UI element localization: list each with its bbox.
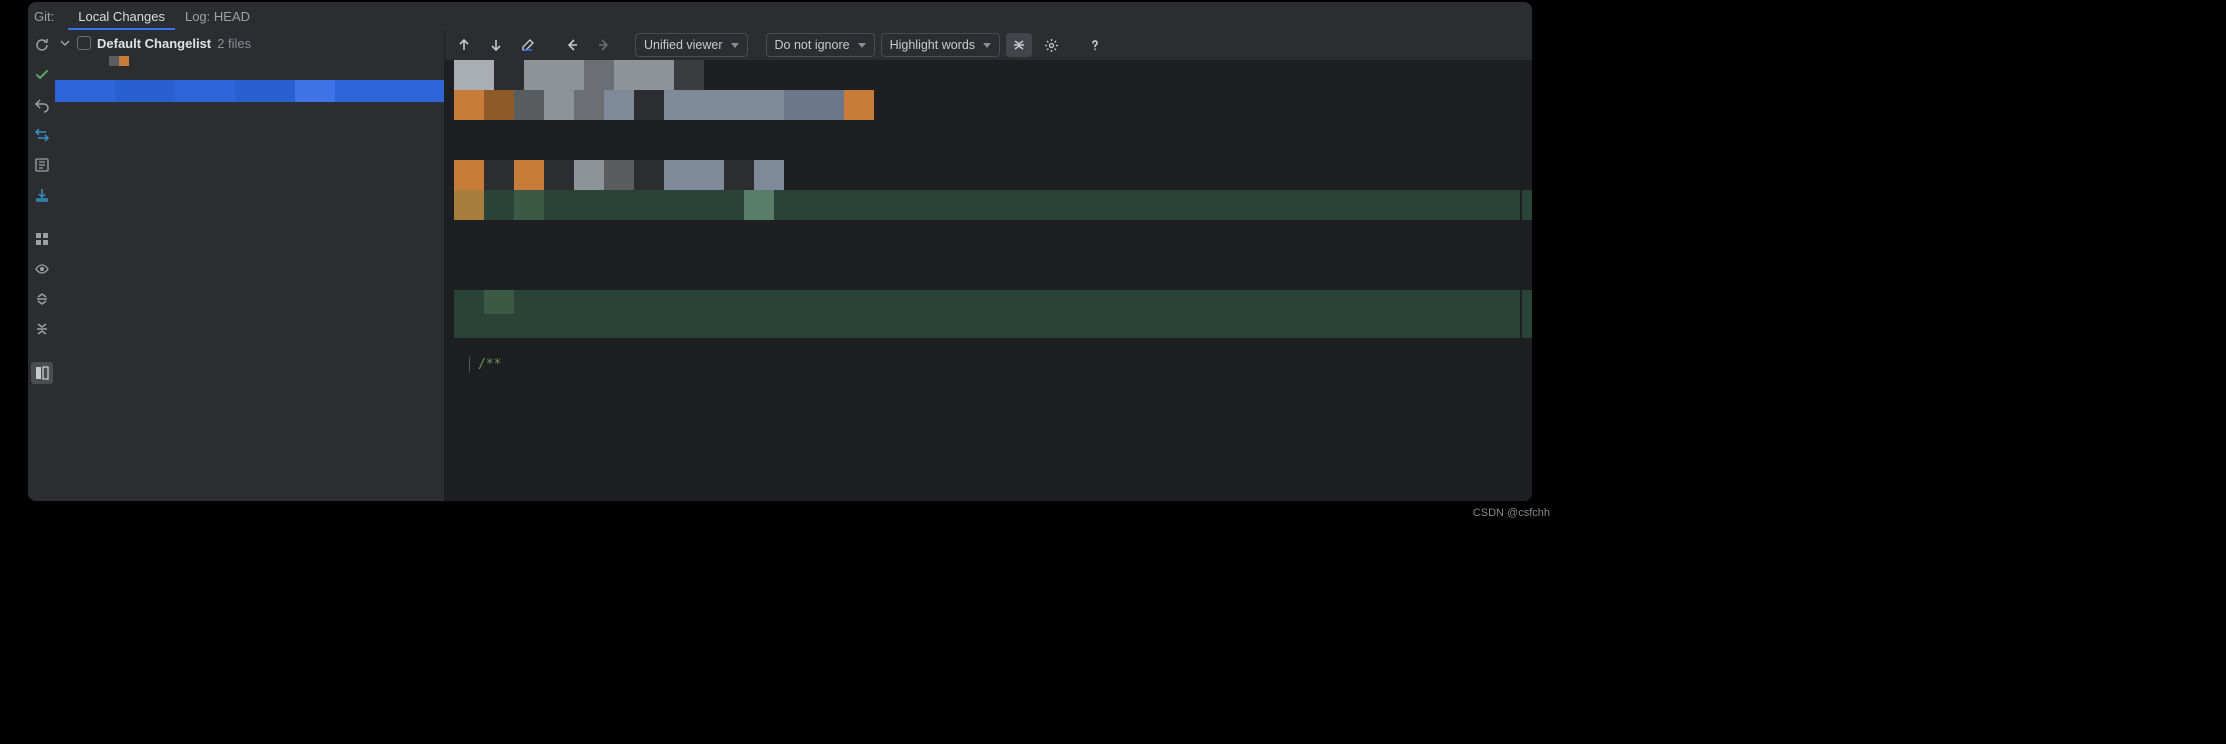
diff-line-added — [454, 314, 1520, 338]
back-icon[interactable] — [559, 33, 585, 57]
diff-line — [454, 160, 1520, 190]
diff-line-added — [454, 290, 1520, 314]
help-icon[interactable] — [1082, 33, 1108, 57]
changelist-header: Default Changelist 2 files — [55, 30, 444, 56]
tab-local-changes[interactable]: Local Changes — [68, 2, 175, 30]
code-fragment: /** — [469, 357, 501, 372]
tab-label: Local Changes — [78, 9, 165, 24]
content-row: Default Changelist 2 files — [28, 30, 1532, 501]
forward-icon — [591, 33, 617, 57]
group-by-icon[interactable] — [31, 228, 53, 250]
expand-all-icon[interactable] — [31, 288, 53, 310]
watermark: CSDN @csfchh — [1473, 507, 1550, 519]
tab-label: Log: HEAD — [185, 9, 250, 24]
shelve-icon[interactable] — [31, 184, 53, 206]
diff-line-blank — [454, 338, 1520, 358]
commit-icon[interactable] — [31, 64, 53, 86]
caret-down-icon — [731, 43, 739, 48]
changelist-checkbox[interactable] — [77, 36, 91, 50]
preview-diff-icon[interactable] — [31, 362, 53, 384]
edit-source-icon[interactable] — [515, 33, 541, 57]
rollback-icon[interactable] — [31, 94, 53, 116]
changelist-icon[interactable] — [31, 154, 53, 176]
chevron-down-icon[interactable] — [59, 37, 71, 49]
caret-down-icon — [983, 43, 991, 48]
highlight-mode-dropdown[interactable]: Highlight words — [881, 33, 1000, 57]
diff-line-code: /** — [469, 356, 1520, 376]
diff-toolbar: Unified viewer Do not ignore Highlight w… — [445, 30, 1532, 60]
caret-down-icon — [858, 43, 866, 48]
diff-line-blank — [454, 220, 1520, 290]
left-rail — [28, 30, 55, 501]
changelist-name: Default Changelist — [97, 36, 211, 51]
diff-icon[interactable] — [31, 124, 53, 146]
file-rows — [55, 56, 444, 136]
collapse-all-icon[interactable] — [31, 318, 53, 340]
changelist-count: 2 files — [217, 36, 251, 51]
show-icon[interactable] — [31, 258, 53, 280]
dropdown-label: Unified viewer — [644, 38, 723, 52]
prev-diff-icon[interactable] — [451, 33, 477, 57]
git-prefix: Git: — [34, 9, 54, 24]
tabs-bar: Git: Local Changes Log: HEAD — [28, 2, 1532, 30]
refresh-icon[interactable] — [31, 34, 53, 56]
scroll-marker — [1522, 290, 1532, 338]
viewer-mode-dropdown[interactable]: Unified viewer — [635, 33, 748, 57]
next-diff-icon[interactable] — [483, 33, 509, 57]
settings-icon[interactable] — [1038, 33, 1064, 57]
scroll-marker — [1522, 190, 1532, 220]
diff-line-added — [454, 190, 1520, 220]
git-panel: Git: Local Changes Log: HEAD — [28, 2, 1532, 501]
dropdown-label: Do not ignore — [775, 38, 850, 52]
changes-column: Default Changelist 2 files — [55, 30, 445, 501]
ignore-mode-dropdown[interactable]: Do not ignore — [766, 33, 875, 57]
diff-line — [454, 60, 1520, 90]
diff-column: Unified viewer Do not ignore Highlight w… — [445, 30, 1532, 501]
file-row[interactable] — [91, 56, 444, 66]
tab-log-head[interactable]: Log: HEAD — [175, 2, 260, 30]
file-row-selected[interactable] — [55, 80, 444, 102]
diff-line-blank — [454, 120, 1520, 160]
diff-line — [454, 90, 1520, 120]
diff-body[interactable]: /** — [445, 60, 1532, 501]
dropdown-label: Highlight words — [890, 38, 975, 52]
collapse-unchanged-icon[interactable] — [1006, 33, 1032, 57]
